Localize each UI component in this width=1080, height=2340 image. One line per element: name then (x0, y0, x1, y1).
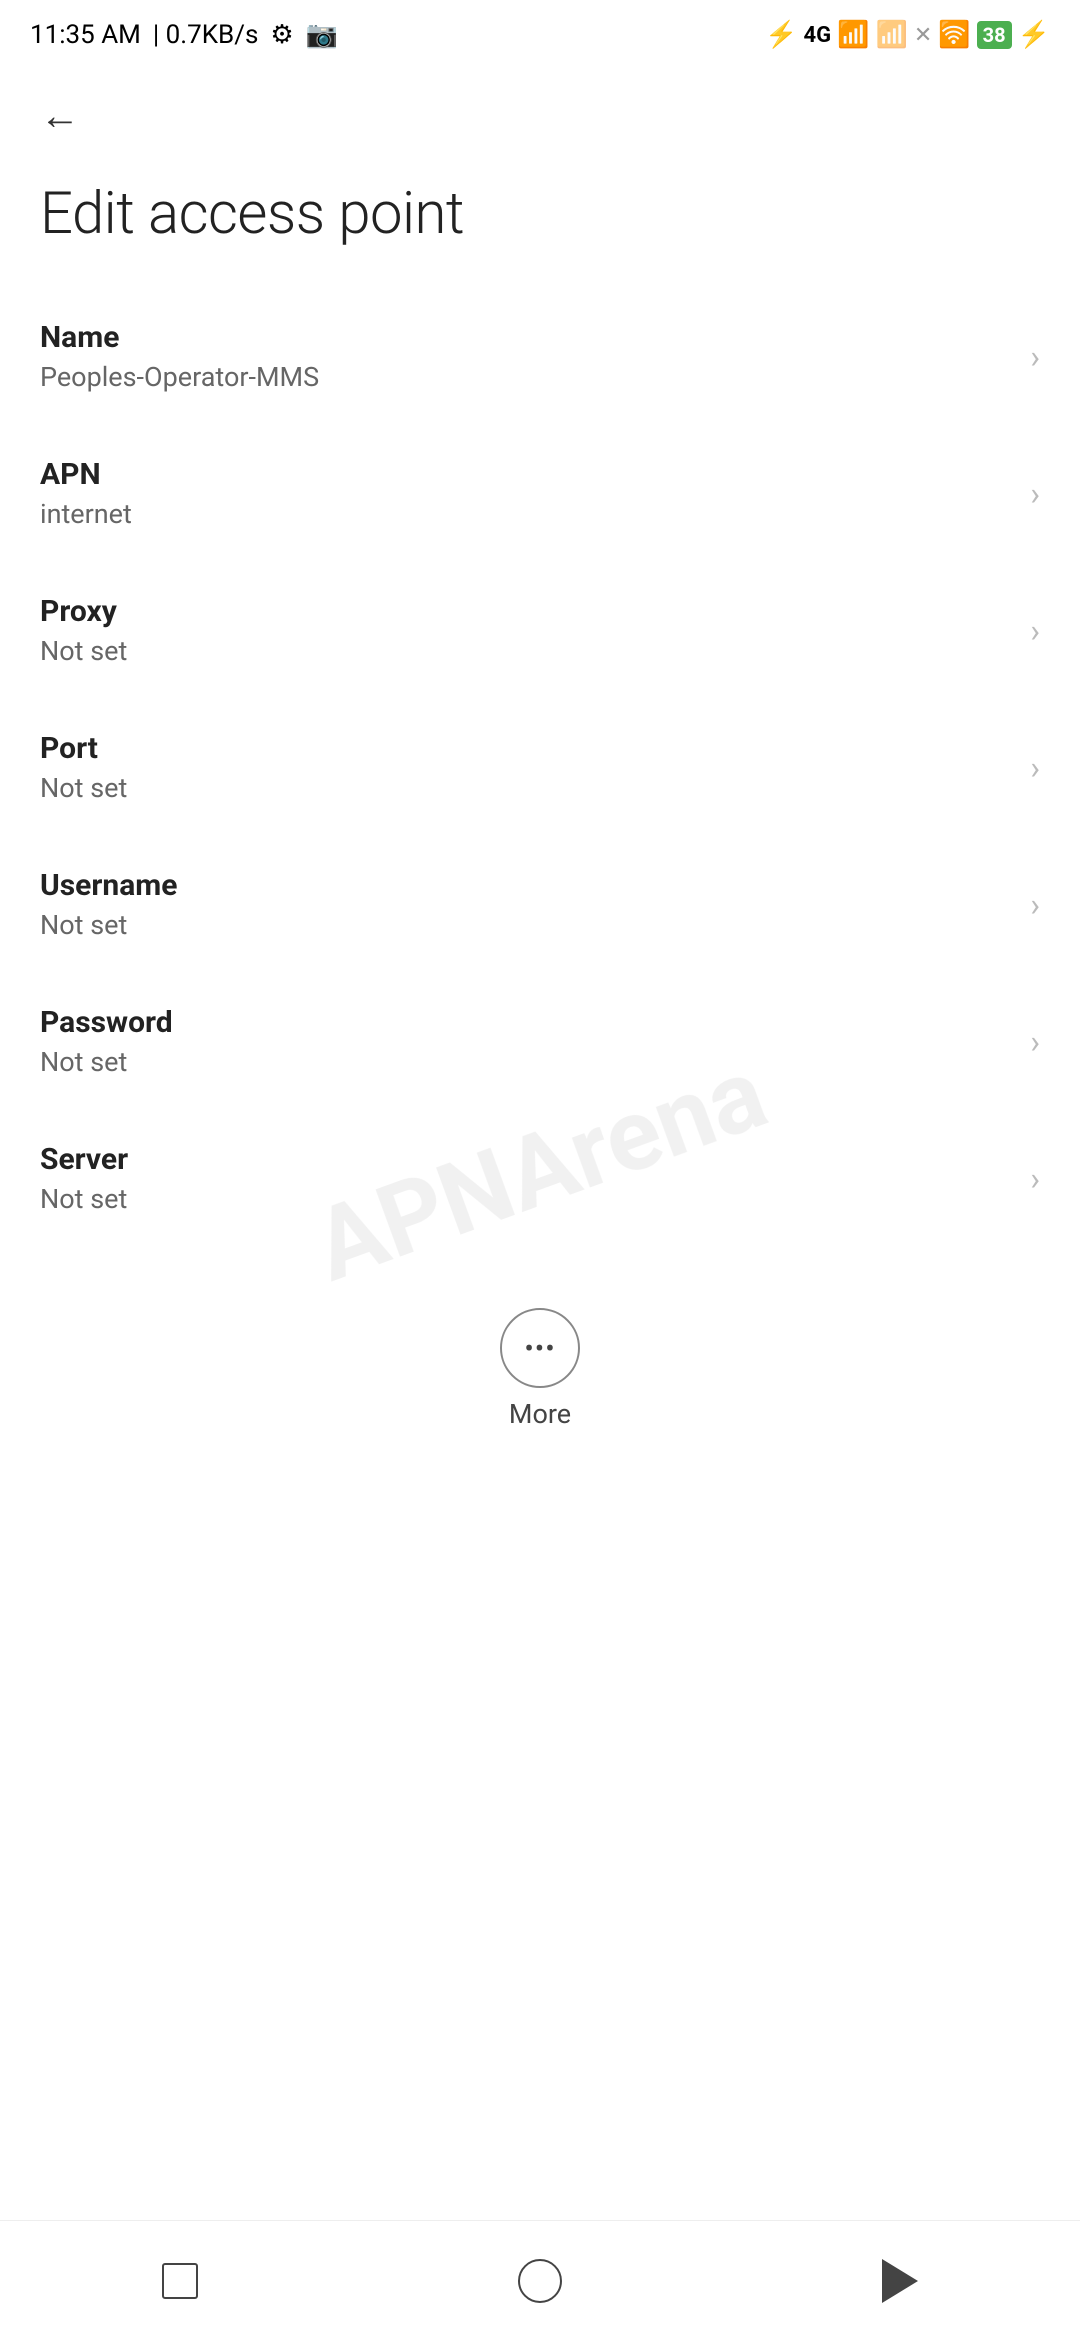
settings-item-content-apn: APN internet (40, 457, 1010, 530)
settings-item-mmsc[interactable]: MMSC http://10.16.18.4:38090/was › (0, 1247, 1080, 1278)
charging-icon: ⚡ (1018, 20, 1050, 50)
status-bar-left: 11:35 AM | 0.7KB/s ⚙ 📷 (30, 20, 338, 50)
status-bar-right: ⚡ 4G 📶 📶 ✕ 🛜 38 ⚡ (765, 20, 1050, 50)
recent-apps-button[interactable] (120, 2241, 240, 2321)
camera-icon: 📷 (306, 20, 338, 50)
settings-list: Name Peoples-Operator-MMS › APN internet… (0, 288, 1080, 1278)
chevron-right-icon-proxy: › (1030, 612, 1040, 650)
chevron-right-icon-server: › (1030, 1160, 1040, 1198)
page-title: Edit access point (0, 160, 1080, 288)
more-dots-icon: ••• (524, 1332, 555, 1365)
settings-item-content-username: Username Not set (40, 868, 1010, 941)
settings-item-value-name: Peoples-Operator-MMS (40, 361, 1010, 393)
settings-item-username[interactable]: Username Not set › (0, 836, 1080, 973)
settings-item-value-server: Not set (40, 1183, 1010, 1215)
settings-item-content-port: Port Not set (40, 731, 1010, 804)
back-button[interactable]: ← (30, 85, 90, 145)
settings-item-title-name: Name (40, 320, 1010, 355)
back-nav-icon (882, 2259, 918, 2303)
settings-item-title-proxy: Proxy (40, 594, 1010, 629)
settings-item-title-apn: APN (40, 457, 1010, 492)
status-bar: 11:35 AM | 0.7KB/s ⚙ 📷 ⚡ 4G 📶 📶 ✕ 🛜 38 ⚡ (0, 0, 1080, 70)
back-nav-button[interactable] (840, 2241, 960, 2321)
top-nav: ← (0, 70, 1080, 160)
signal-bar-2: 📶 (875, 20, 907, 50)
more-section: ••• More (0, 1278, 1080, 1450)
home-button[interactable] (480, 2241, 600, 2321)
settings-item-content-name: Name Peoples-Operator-MMS (40, 320, 1010, 393)
settings-item-apn[interactable]: APN internet › (0, 425, 1080, 562)
home-icon (518, 2259, 562, 2303)
settings-item-content-proxy: Proxy Not set (40, 594, 1010, 667)
chevron-right-icon-username: › (1030, 886, 1040, 924)
settings-item-server[interactable]: Server Not set › (0, 1110, 1080, 1247)
more-label: More (509, 1398, 571, 1430)
settings-item-value-apn: internet (40, 498, 1010, 530)
nav-bar (0, 2220, 1080, 2340)
speed-display: | 0.7KB/s (153, 20, 259, 50)
chevron-right-icon-apn: › (1030, 475, 1040, 513)
signal-bar-1: 📶 (837, 20, 869, 50)
settings-item-port[interactable]: Port Not set › (0, 699, 1080, 836)
settings-item-password[interactable]: Password Not set › (0, 973, 1080, 1110)
chevron-right-icon-name: › (1030, 338, 1040, 376)
settings-item-title-server: Server (40, 1142, 1010, 1177)
settings-item-proxy[interactable]: Proxy Not set › (0, 562, 1080, 699)
back-arrow-icon: ← (40, 92, 80, 139)
settings-item-title-password: Password (40, 1005, 1010, 1040)
battery-indicator: 38 (977, 21, 1012, 49)
settings-item-value-proxy: Not set (40, 635, 1010, 667)
network-4g-icon: 4G (803, 23, 831, 48)
settings-item-content-password: Password Not set (40, 1005, 1010, 1078)
wifi-icon: 🛜 (938, 20, 970, 50)
bluetooth-icon: ⚡ (765, 20, 797, 50)
chevron-right-icon-port: › (1030, 749, 1040, 787)
settings-item-name[interactable]: Name Peoples-Operator-MMS › (0, 288, 1080, 425)
settings-item-title-username: Username (40, 868, 1010, 903)
time-display: 11:35 AM (30, 20, 141, 50)
settings-item-value-password: Not set (40, 1046, 1010, 1078)
settings-item-content-server: Server Not set (40, 1142, 1010, 1215)
chevron-right-icon-password: › (1030, 1023, 1040, 1061)
settings-icon: ⚙ (270, 20, 293, 50)
more-button[interactable]: ••• (500, 1308, 580, 1388)
settings-item-value-username: Not set (40, 909, 1010, 941)
settings-item-title-port: Port (40, 731, 1010, 766)
settings-item-value-port: Not set (40, 772, 1010, 804)
recent-apps-icon (162, 2263, 198, 2299)
no-signal-icon: ✕ (914, 23, 932, 48)
